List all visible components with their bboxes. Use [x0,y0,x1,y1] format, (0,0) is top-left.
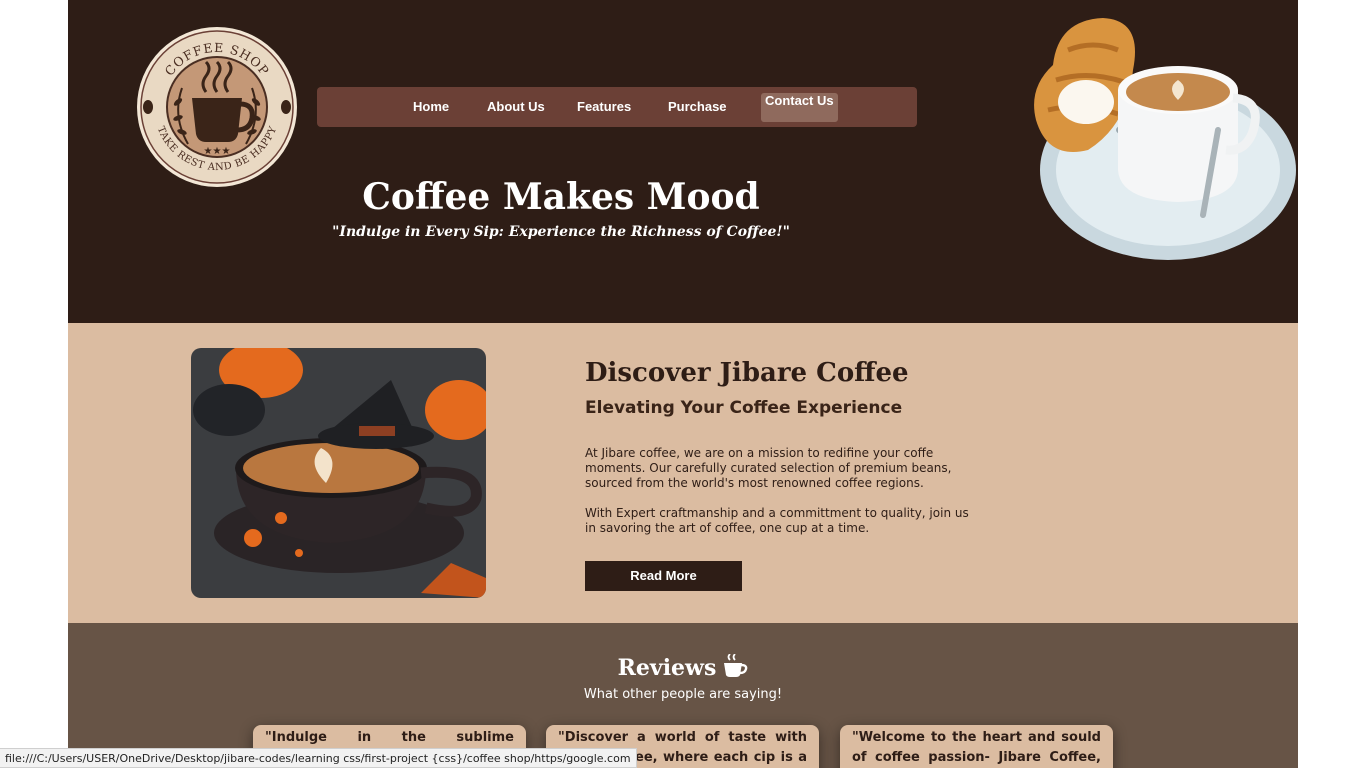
nav-about-us[interactable]: About Us [487,87,545,127]
browser-status-bar-url: file:///C:/Users/USER/OneDrive/Desktop/j… [0,748,637,768]
coffee-croissant-image [1034,18,1296,260]
nav-purchase[interactable]: Purchase [668,87,727,127]
page: COFFEE SHOP TAKE REST AND BE HAPPY ★★★ H… [68,0,1298,768]
nav-features[interactable]: Features [577,87,631,127]
review-card: "Welcome to the heart and sould of coffe… [840,725,1113,768]
hero-title: Coffee Makes Mood [362,176,760,218]
nav-contact-us[interactable]: Contact Us [761,93,838,122]
discover-subtitle: Elevating Your Coffee Experience [585,398,903,418]
halloween-latte-image [191,348,486,598]
reviews-subtitle: What other people are saying! [583,687,783,702]
hero-section: COFFEE SHOP TAKE REST AND BE HAPPY ★★★ H… [68,0,1298,323]
discover-paragraph-2: With Expert craftmanship and a committme… [585,506,969,535]
reviews-title-text: Reviews [617,655,717,681]
read-more-button[interactable]: Read More [585,561,742,591]
discover-title: Discover Jibare Coffee [585,358,909,388]
coffee-shop-logo[interactable]: COFFEE SHOP TAKE REST AND BE HAPPY ★★★ [136,26,298,188]
coffee-cup-icon [724,653,748,677]
svg-text:★★★: ★★★ [204,146,231,157]
hero-subtitle: "Indulge in Every Sip: Experience the Ri… [332,224,790,240]
reviews-title: Reviews [68,653,1298,681]
discover-section: Discover Jibare Coffee Elevating Your Co… [68,323,1298,623]
discover-paragraph-1: At Jibare coffee, we are on a mission to… [585,446,952,490]
reviews-section: Reviews What other people are saying! "I… [68,623,1298,768]
main-nav: Home About Us Features Purchase Contact … [317,87,917,127]
nav-home[interactable]: Home [413,87,449,127]
